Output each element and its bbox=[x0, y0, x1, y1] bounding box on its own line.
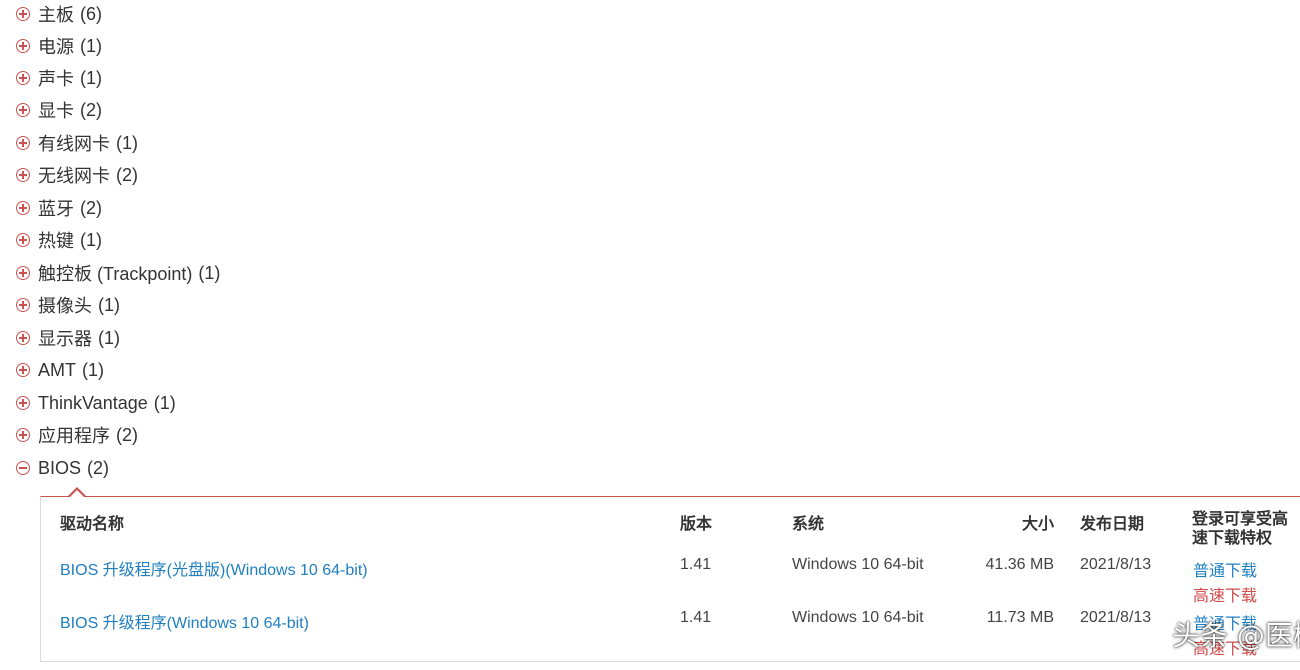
driver-size: 41.36 MB bbox=[985, 556, 1054, 573]
category-amt[interactable]: AMT (1) bbox=[16, 356, 104, 384]
panel-pointer-caret-inner bbox=[70, 490, 84, 497]
category-count: (1) bbox=[80, 67, 102, 88]
expand-plus-icon[interactable] bbox=[16, 266, 30, 280]
fast-download-link[interactable]: 高速下载 bbox=[1193, 582, 1257, 606]
expand-plus-icon[interactable] bbox=[16, 39, 30, 53]
column-header-version: 版本 bbox=[680, 516, 713, 533]
expand-plus-icon[interactable] bbox=[16, 168, 30, 182]
expand-plus-icon[interactable] bbox=[16, 7, 30, 21]
expand-plus-icon[interactable] bbox=[16, 201, 30, 215]
expand-plus-icon[interactable] bbox=[16, 71, 30, 85]
driver-size: 11.73 MB bbox=[986, 609, 1054, 626]
column-header-size: 大小 bbox=[1021, 516, 1054, 533]
expand-plus-icon[interactable] bbox=[16, 298, 30, 312]
category-count: (2) bbox=[80, 197, 102, 218]
category-count: (1) bbox=[98, 327, 120, 348]
category-applications[interactable]: 应用程序 (2) bbox=[16, 421, 138, 449]
driver-version: 1.41 bbox=[680, 609, 712, 626]
category-thinkvantage[interactable]: ThinkVantage (1) bbox=[16, 389, 176, 417]
category-count: (1) bbox=[80, 35, 102, 56]
category-label: 触控板 (Trackpoint) bbox=[38, 264, 193, 284]
driver-version: 1.41 bbox=[680, 556, 712, 573]
driver-name-link[interactable]: BIOS 升级程序(Windows 10 64-bit) bbox=[60, 609, 309, 633]
driver-name-link[interactable]: BIOS 升级程序(光盘版)(Windows 10 64-bit) bbox=[60, 556, 368, 580]
category-count: (6) bbox=[80, 3, 102, 24]
category-touchpad[interactable]: 触控板 (Trackpoint) (1) bbox=[16, 259, 220, 287]
column-header-name: 驱动名称 bbox=[60, 516, 125, 533]
category-label: 主板 bbox=[38, 5, 74, 25]
category-label: 应用程序 bbox=[38, 426, 110, 446]
driver-system: Windows 10 64-bit bbox=[792, 609, 924, 626]
category-count: (2) bbox=[87, 457, 110, 478]
expand-plus-icon[interactable] bbox=[16, 363, 30, 377]
category-mainboard[interactable]: 主板 (6) bbox=[16, 0, 102, 28]
column-header-system: 系统 bbox=[792, 516, 825, 533]
category-camera[interactable]: 摄像头 (1) bbox=[16, 291, 120, 319]
category-label: 热键 bbox=[38, 231, 74, 251]
category-label: 有线网卡 bbox=[38, 134, 110, 154]
category-label: 蓝牙 bbox=[38, 199, 74, 219]
category-sound-card[interactable]: 声卡 (1) bbox=[16, 64, 102, 92]
category-label: 电源 bbox=[38, 37, 74, 57]
category-label: BIOS bbox=[38, 457, 82, 478]
category-label: 声卡 bbox=[38, 69, 74, 89]
column-header-download: 登录可享受高速下载特权 bbox=[1192, 511, 1289, 547]
category-wireless-nic[interactable]: 无线网卡 (2) bbox=[16, 161, 138, 189]
category-count: (1) bbox=[153, 392, 176, 413]
collapse-minus-icon[interactable] bbox=[16, 461, 30, 475]
expand-plus-icon[interactable] bbox=[16, 103, 30, 117]
category-count: (2) bbox=[80, 99, 102, 120]
category-bluetooth[interactable]: 蓝牙 (2) bbox=[16, 194, 102, 222]
category-hotkey[interactable]: 热键 (1) bbox=[16, 226, 102, 254]
normal-download-link[interactable]: 普通下载 bbox=[1193, 557, 1257, 581]
category-count: (1) bbox=[116, 132, 138, 153]
expand-plus-icon[interactable] bbox=[16, 233, 30, 247]
category-display[interactable]: 显示器 (1) bbox=[16, 324, 120, 352]
watermark-text: 头条 @医树 bbox=[1172, 619, 1300, 652]
category-bios[interactable]: BIOS (2) bbox=[16, 454, 109, 482]
column-header-date: 发布日期 bbox=[1080, 516, 1145, 533]
category-label: AMT bbox=[38, 359, 76, 380]
category-wired-nic[interactable]: 有线网卡 (1) bbox=[16, 129, 138, 157]
expand-plus-icon[interactable] bbox=[16, 136, 30, 150]
category-graphics-card[interactable]: 显卡 (2) bbox=[16, 96, 102, 124]
category-count: (2) bbox=[116, 164, 138, 185]
driver-date: 2021/8/13 bbox=[1080, 609, 1152, 626]
category-count: (1) bbox=[80, 229, 102, 250]
category-count: (1) bbox=[98, 294, 120, 315]
driver-date: 2021/8/13 bbox=[1080, 556, 1152, 573]
category-label: 显卡 bbox=[38, 101, 74, 121]
category-power[interactable]: 电源 (1) bbox=[16, 32, 102, 60]
expand-plus-icon[interactable] bbox=[16, 428, 30, 442]
category-label: 摄像头 bbox=[38, 296, 92, 316]
category-label: 无线网卡 bbox=[38, 166, 110, 186]
category-count: (2) bbox=[116, 424, 138, 445]
expand-plus-icon[interactable] bbox=[16, 331, 30, 345]
category-label: ThinkVantage bbox=[38, 392, 148, 413]
category-label: 显示器 bbox=[38, 329, 92, 349]
expand-plus-icon[interactable] bbox=[16, 396, 30, 410]
category-count: (1) bbox=[198, 262, 221, 283]
category-count: (1) bbox=[82, 359, 104, 380]
driver-system: Windows 10 64-bit bbox=[792, 556, 924, 573]
